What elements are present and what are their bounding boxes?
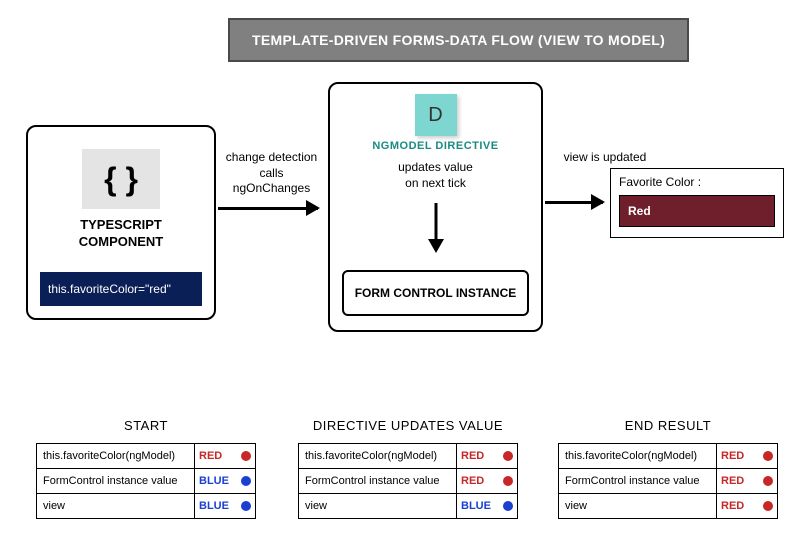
color-dot-icon	[503, 501, 513, 511]
typescript-label-1: TYPESCRIPT	[28, 217, 214, 232]
row-label: view	[37, 494, 195, 518]
row-label: FormControl instance value	[299, 469, 457, 493]
color-text: RED	[721, 500, 744, 512]
arrow1-line1: change detection	[226, 150, 317, 164]
code-snippet: this.favoriteColor="red"	[40, 272, 202, 306]
color-text: BLUE	[461, 500, 491, 512]
color-dot-icon	[503, 476, 513, 486]
state-table: this.favoriteColor(ngModel)REDFormContro…	[298, 443, 518, 519]
row-value: RED	[457, 444, 517, 468]
table-row: this.favoriteColor(ngModel) RED	[37, 444, 255, 468]
row-label: view	[559, 494, 717, 518]
row-label: FormControl instance value	[37, 469, 195, 493]
row-label: FormControl instance value	[559, 469, 717, 493]
ngmodel-sub1: updates value	[398, 160, 473, 174]
state-panel-1: DIRECTIVE UPDATES VALUE this.favoriteColo…	[298, 418, 518, 519]
arrow1-line3: ngOnChanges	[233, 181, 310, 195]
state-title: END RESULT	[558, 418, 778, 433]
table-row: this.favoriteColor(ngModel) RED	[559, 444, 777, 468]
row-label: this.favoriteColor(ngModel)	[559, 444, 717, 468]
typescript-component-box: { } TYPESCRIPT COMPONENT this.favoriteCo…	[26, 125, 216, 320]
row-label: view	[299, 494, 457, 518]
output-label: Favorite Color :	[619, 175, 775, 189]
row-value: RED	[717, 469, 777, 493]
state-table: this.favoriteColor(ngModel) RED FormContro…	[36, 443, 256, 519]
ngmodel-subtitle: updates value on next tick	[330, 160, 541, 191]
color-dot-icon	[763, 476, 773, 486]
ngmodel-sub2: on next tick	[405, 176, 466, 190]
row-value: RED	[457, 469, 517, 493]
table-row: FormControl instance value RED	[559, 468, 777, 493]
row-label: this.favoriteColor(ngModel)	[37, 444, 195, 468]
table-row: view BLUE	[299, 493, 517, 518]
arrow-ts-to-ngmodel	[218, 207, 318, 210]
row-value: BLUE	[195, 469, 255, 493]
ngmodel-directive-box: D NGMODEL DIRECTIVE updates value on nex…	[328, 82, 543, 332]
color-text: RED	[721, 475, 744, 487]
row-value: RED	[195, 444, 255, 468]
directive-badge-icon: D	[415, 94, 457, 136]
output-value: Red	[619, 195, 775, 227]
arrow2-label: view is updated	[555, 150, 655, 166]
color-text: RED	[721, 450, 744, 462]
color-text: RED	[461, 475, 484, 487]
color-dot-icon	[503, 451, 513, 461]
view-output-box: Favorite Color : Red	[610, 168, 784, 238]
color-text: BLUE	[199, 500, 229, 512]
state-title: DIRECTIVE UPDATES VALUE	[298, 418, 518, 433]
row-value: RED	[717, 494, 777, 518]
state-table: this.favoriteColor(ngModel)REDFormContro…	[558, 443, 778, 519]
table-row: FormControl instance value BLUE	[37, 468, 255, 493]
color-dot-icon	[241, 451, 251, 461]
table-row: FormControl instance value RED	[299, 468, 517, 493]
color-dot-icon	[763, 501, 773, 511]
color-dot-icon	[763, 451, 773, 461]
ngmodel-title: NGMODEL DIRECTIVE	[330, 140, 541, 152]
table-row: view RED	[559, 493, 777, 518]
form-control-instance-box: FORM CONTROL INSTANCE	[342, 270, 529, 316]
row-value: BLUE	[457, 494, 517, 518]
arrow1-label: change detection calls ngOnChanges	[219, 150, 324, 197]
color-dot-icon	[241, 501, 251, 511]
arrow-ngmodel-to-view	[545, 201, 603, 204]
table-row: view BLUE	[37, 493, 255, 518]
diagram-title: TEMPLATE-DRIVEN FORMS-DATA FLOW (VIEW TO…	[228, 18, 689, 62]
table-row: this.favoriteColor(ngModel) RED	[299, 444, 517, 468]
color-text: RED	[199, 450, 222, 462]
color-text: RED	[461, 450, 484, 462]
row-value: BLUE	[195, 494, 255, 518]
row-value: RED	[717, 444, 777, 468]
state-panel-2: END RESULT this.favoriteColor(ngModel) RED…	[558, 418, 778, 519]
arrow1-line2: calls	[259, 166, 283, 180]
braces-icon: { }	[82, 149, 160, 209]
typescript-label-2: COMPONENT	[28, 234, 214, 249]
color-text: BLUE	[199, 475, 229, 487]
color-dot-icon	[241, 476, 251, 486]
state-panel-0: START this.favoriteColor(ngModel) RED FormC…	[36, 418, 256, 519]
state-title: START	[36, 418, 256, 433]
row-label: this.favoriteColor(ngModel)	[299, 444, 457, 468]
